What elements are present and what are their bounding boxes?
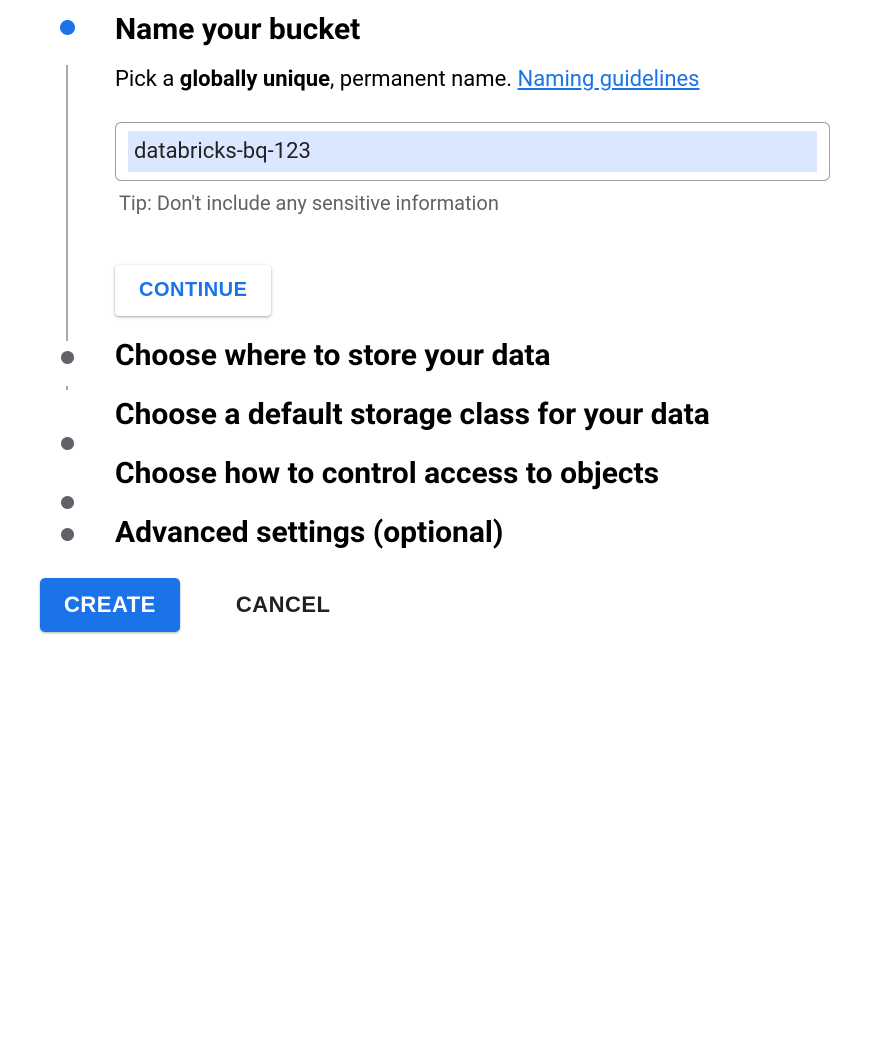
step-location[interactable]: Choose where to store your data — [40, 336, 834, 395]
bucket-name-tip: Tip: Don't include any sensitive informa… — [119, 191, 830, 215]
subtitle-suffix: , permanent name. — [330, 67, 517, 92]
step-name-bucket: Name your bucket Pick a globally unique,… — [40, 10, 834, 336]
step-access-control[interactable]: Choose how to control access to objects — [40, 454, 834, 513]
create-bucket-wizard: Name your bucket Pick a globally unique,… — [0, 0, 874, 662]
step-title-name: Name your bucket — [115, 10, 834, 49]
naming-guidelines-link[interactable]: Naming guidelines — [518, 67, 700, 92]
create-button[interactable]: CREATE — [40, 578, 180, 632]
subtitle-prefix: Pick a — [115, 67, 180, 92]
step-advanced[interactable]: Advanced settings (optional) — [40, 513, 834, 572]
step-title-storage-class: Choose a default storage class for your … — [115, 395, 834, 434]
step-storage-class[interactable]: Choose a default storage class for your … — [40, 395, 834, 454]
step-title-access: Choose how to control access to objects — [115, 454, 834, 493]
step-title-location: Choose where to store your data — [115, 336, 834, 375]
bucket-name-input[interactable] — [128, 131, 817, 172]
subtitle-bold: globally unique — [180, 67, 330, 92]
cancel-button[interactable]: CANCEL — [230, 591, 337, 619]
step-title-advanced: Advanced settings (optional) — [115, 513, 834, 552]
wizard-footer: CREATE CANCEL — [40, 572, 834, 632]
step-connector — [66, 386, 68, 390]
step-connector — [66, 65, 68, 341]
bucket-name-input-wrap — [115, 122, 830, 181]
continue-button[interactable]: CONTINUE — [115, 265, 271, 316]
step-subtitle: Pick a globally unique, permanent name. … — [115, 67, 834, 92]
